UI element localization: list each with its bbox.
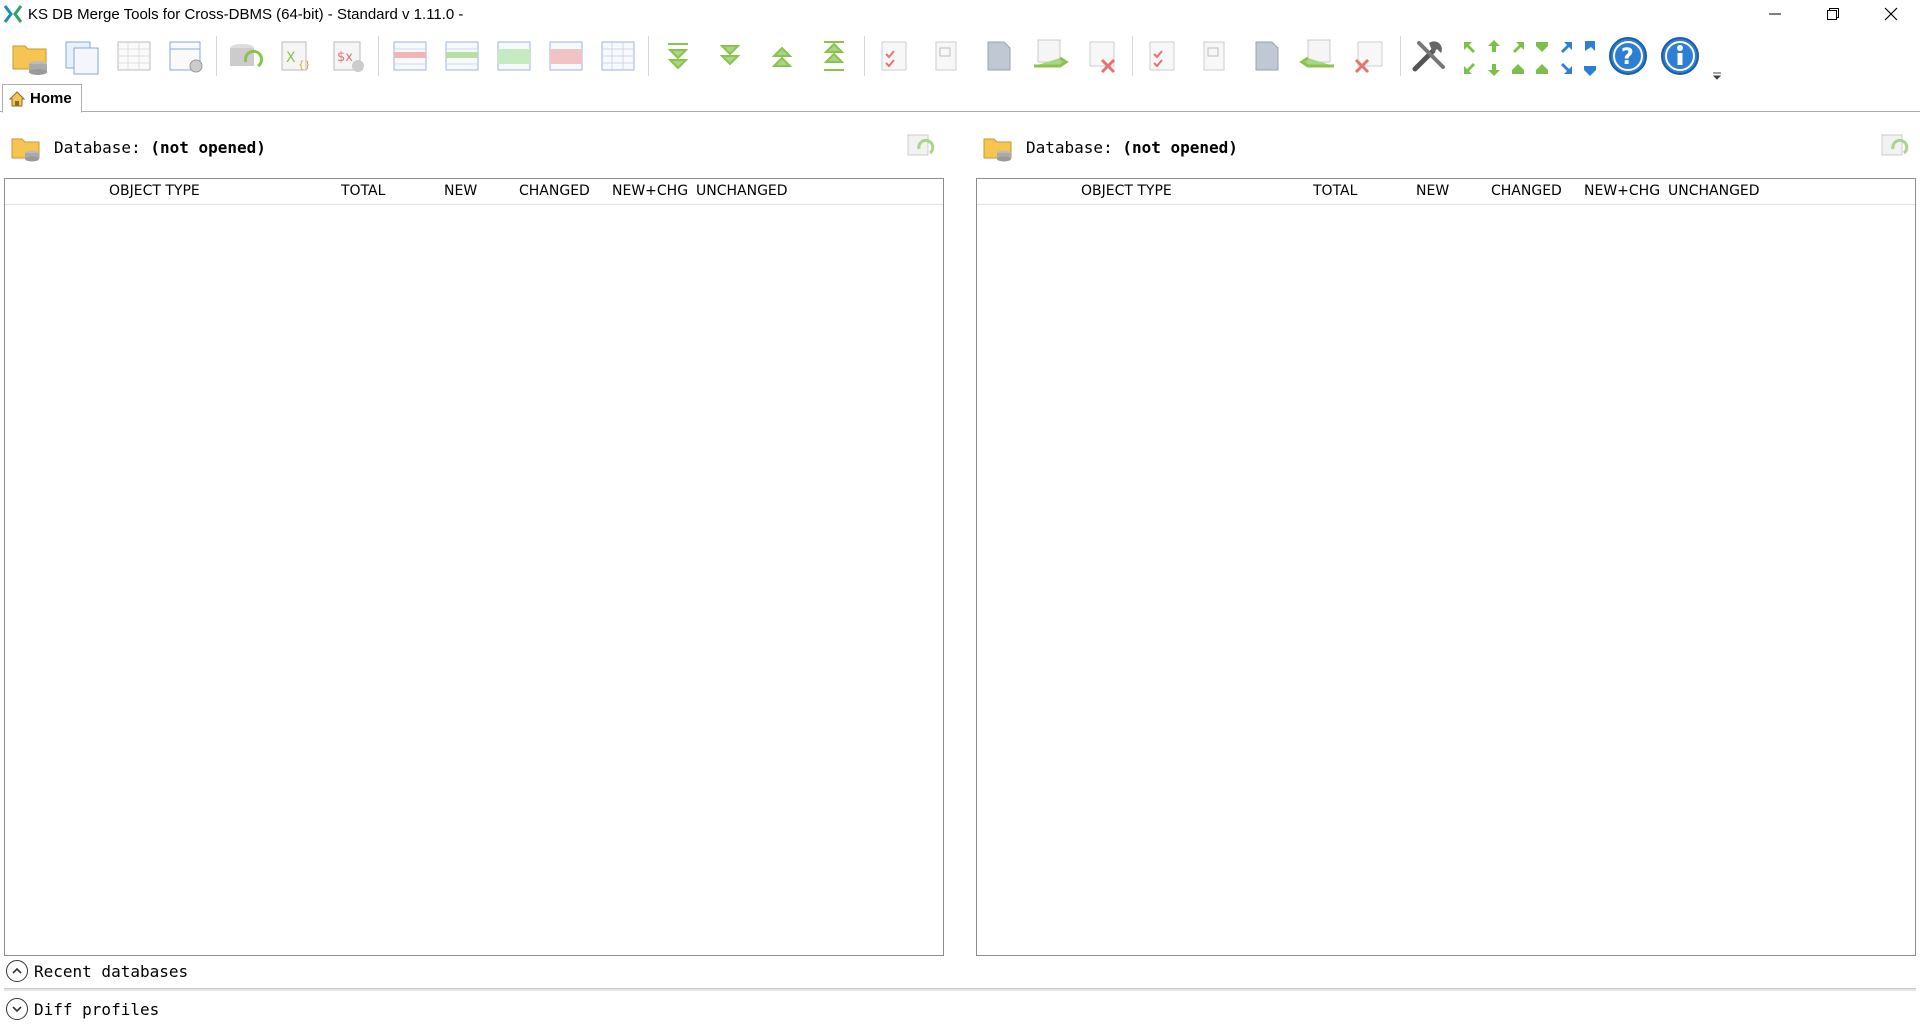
show-changed-rows-icon[interactable] bbox=[492, 34, 536, 78]
arrow-up-icon[interactable] bbox=[1486, 38, 1502, 54]
arrow-down-left-icon[interactable] bbox=[1462, 62, 1478, 78]
navigation-arrows bbox=[1458, 32, 1600, 80]
chevron-down-icon bbox=[6, 998, 28, 1020]
col-total[interactable]: TOTAL bbox=[1313, 183, 1357, 199]
right-db-header: Database: (not opened) bbox=[982, 124, 1238, 170]
arrow-blue-up-right-icon[interactable] bbox=[1558, 38, 1574, 54]
merge-to-left-icon[interactable] bbox=[1028, 34, 1072, 78]
arrow-blue-down-icon[interactable] bbox=[1582, 62, 1598, 78]
svg-text:?: ? bbox=[1621, 45, 1634, 70]
col-total[interactable]: TOTAL bbox=[341, 183, 385, 199]
svg-text:$x: $x bbox=[337, 50, 353, 65]
tools-icon[interactable] bbox=[1408, 34, 1452, 78]
right-db-label: Database: (not opened) bbox=[1026, 138, 1238, 157]
right-refresh-button[interactable] bbox=[1878, 130, 1910, 162]
left-refresh-button[interactable] bbox=[904, 130, 936, 162]
left-object-grid[interactable]: OBJECT TYPE TOTAL NEW CHANGED NEW+CHG UN… bbox=[4, 178, 944, 956]
script-right-icon[interactable] bbox=[1244, 34, 1288, 78]
arrow-down-icon[interactable] bbox=[1486, 62, 1502, 78]
table-view-icon[interactable] bbox=[112, 34, 156, 78]
export-excel-icon[interactable]: X{} bbox=[274, 34, 318, 78]
col-unchanged[interactable]: UNCHANGED bbox=[1668, 183, 1760, 199]
arrow-up-left-icon[interactable] bbox=[1462, 38, 1478, 54]
show-new-rows-icon[interactable] bbox=[440, 34, 484, 78]
check-right-icon[interactable] bbox=[1140, 34, 1184, 78]
right-db-name: (not opened) bbox=[1122, 137, 1238, 157]
restore-button[interactable] bbox=[1804, 0, 1862, 28]
tab-strip: Home bbox=[0, 84, 1920, 113]
left-open-folder-icon[interactable] bbox=[10, 131, 42, 163]
refresh-database-icon[interactable] bbox=[222, 34, 266, 78]
copy-left-icon[interactable] bbox=[924, 34, 968, 78]
info-icon[interactable] bbox=[1658, 34, 1702, 78]
right-refresh-icon bbox=[1881, 134, 1909, 156]
copy-right-icon[interactable] bbox=[1192, 34, 1236, 78]
col-new[interactable]: NEW bbox=[1416, 183, 1449, 199]
col-object-type[interactable]: OBJECT TYPE bbox=[109, 183, 200, 199]
arrow-up-green-icon[interactable] bbox=[1510, 62, 1526, 78]
left-db-name: (not opened) bbox=[150, 137, 266, 157]
arrow-blue-down-right-icon[interactable] bbox=[1558, 62, 1574, 78]
first-difference-icon[interactable] bbox=[812, 34, 856, 78]
diff-profiles-label: Diff profiles bbox=[34, 999, 160, 1019]
arrow-down-right-icon[interactable] bbox=[1534, 38, 1550, 54]
recent-databases-label: Recent databases bbox=[34, 961, 189, 981]
col-new[interactable]: NEW bbox=[444, 183, 477, 199]
merge-to-right-icon[interactable] bbox=[1296, 34, 1340, 78]
script-variables-icon[interactable]: $x bbox=[326, 34, 370, 78]
arrow-blue-square-icon[interactable] bbox=[1582, 38, 1598, 54]
discard-right-icon[interactable] bbox=[1348, 34, 1392, 78]
home-icon bbox=[9, 90, 25, 106]
bottom-divider[interactable] bbox=[4, 988, 1916, 991]
arrow-double-green-icon[interactable] bbox=[1534, 62, 1550, 78]
left-db-label: Database: (not opened) bbox=[54, 138, 266, 157]
check-left-icon[interactable] bbox=[872, 34, 916, 78]
left-refresh-icon bbox=[907, 134, 935, 156]
right-db-prefix: Database: bbox=[1026, 137, 1113, 157]
show-unchanged-rows-icon[interactable] bbox=[596, 34, 640, 78]
open-databases-icon[interactable] bbox=[8, 34, 52, 78]
show-all-rows-icon[interactable] bbox=[388, 34, 432, 78]
main-toolbar: X{} $x ? bbox=[0, 28, 1920, 84]
window-title: KS DB Merge Tools for Cross-DBMS (64-bit… bbox=[28, 5, 464, 23]
col-object-type[interactable]: OBJECT TYPE bbox=[1081, 183, 1172, 199]
right-object-grid[interactable]: OBJECT TYPE TOTAL NEW CHANGED NEW+CHG UN… bbox=[976, 178, 1916, 956]
col-unchanged[interactable]: UNCHANGED bbox=[696, 183, 788, 199]
diff-profiles-toggle[interactable]: Diff profiles bbox=[6, 998, 159, 1020]
svg-text:{}: {} bbox=[298, 60, 311, 71]
show-deleted-rows-icon[interactable] bbox=[544, 34, 588, 78]
next-difference-icon[interactable] bbox=[656, 34, 700, 78]
minimize-button[interactable] bbox=[1746, 0, 1804, 28]
title-bar: KS DB Merge Tools for Cross-DBMS (64-bit… bbox=[0, 0, 1920, 28]
col-changed[interactable]: CHANGED bbox=[519, 183, 590, 199]
chevron-up-icon bbox=[6, 960, 28, 982]
tab-home[interactable]: Home bbox=[2, 84, 82, 113]
arrow-right-up-icon[interactable] bbox=[1510, 38, 1526, 54]
previous-difference-icon[interactable] bbox=[760, 34, 804, 78]
right-grid-header: OBJECT TYPE TOTAL NEW CHANGED NEW+CHG UN… bbox=[977, 179, 1915, 205]
compare-databases-icon[interactable] bbox=[60, 34, 104, 78]
app-logo-icon bbox=[2, 3, 24, 25]
table-settings-icon[interactable] bbox=[164, 34, 208, 78]
col-changed[interactable]: CHANGED bbox=[1491, 183, 1562, 199]
script-left-icon[interactable] bbox=[976, 34, 1020, 78]
right-open-folder-icon[interactable] bbox=[982, 131, 1014, 163]
help-icon[interactable]: ? bbox=[1606, 34, 1650, 78]
svg-text:X: X bbox=[286, 50, 296, 66]
discard-left-icon[interactable] bbox=[1080, 34, 1124, 78]
col-new-chg[interactable]: NEW+CHG bbox=[612, 183, 688, 199]
close-button[interactable] bbox=[1862, 0, 1920, 28]
tab-home-label: Home bbox=[30, 90, 72, 107]
last-difference-icon[interactable] bbox=[708, 34, 752, 78]
left-db-prefix: Database: bbox=[54, 137, 141, 157]
col-new-chg[interactable]: NEW+CHG bbox=[1584, 183, 1660, 199]
left-db-header: Database: (not opened) bbox=[10, 124, 266, 170]
left-grid-header: OBJECT TYPE TOTAL NEW CHANGED NEW+CHG UN… bbox=[5, 179, 943, 205]
recent-databases-toggle[interactable]: Recent databases bbox=[6, 960, 188, 982]
toolbar-overflow-icon[interactable] bbox=[1712, 68, 1722, 84]
